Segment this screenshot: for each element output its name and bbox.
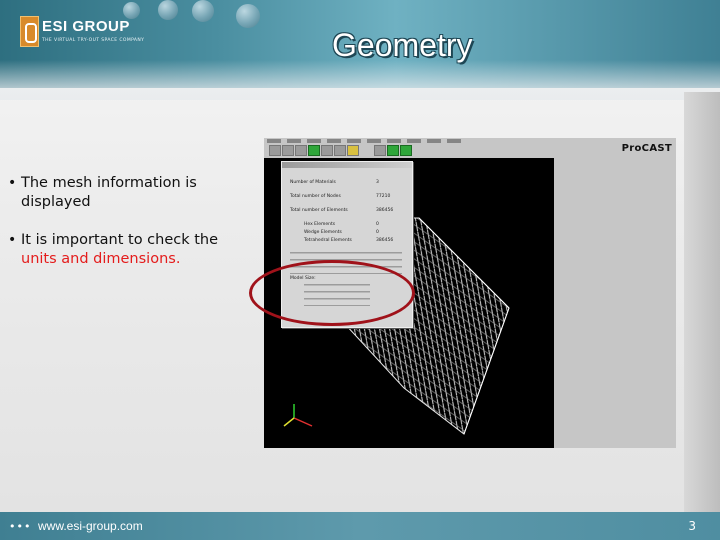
bullet-highlight: units and dimensions. xyxy=(21,251,181,267)
mesh-info-value: 386456 xyxy=(376,238,394,243)
app-name-label: ProCAST xyxy=(621,143,672,154)
bullet-list: The mesh information is displayed It is … xyxy=(8,174,238,288)
toolbar-button-icon xyxy=(295,145,307,156)
mesh-info-label: Wedge Elements xyxy=(304,230,342,235)
slide: ESI GROUP THE VIRTUAL TRY-OUT SPACE COMP… xyxy=(0,0,720,540)
decor-bubble xyxy=(123,2,140,19)
toolbar-button-icon xyxy=(308,145,320,156)
footer-dots-icon: ••• xyxy=(9,520,32,533)
decor-bubble xyxy=(158,0,178,20)
footer-url-link[interactable]: www.esi-group.com xyxy=(38,519,143,533)
bullet-item: It is important to check the units and d… xyxy=(8,231,238,269)
toolbar-button-icon xyxy=(334,145,346,156)
mesh-info-value: 0 xyxy=(376,222,379,227)
toolbar-button-icon xyxy=(282,145,294,156)
mesh-info-value: 77210 xyxy=(376,194,391,199)
axis-triad-icon xyxy=(283,404,313,427)
mesh-info-value: 3 xyxy=(376,180,379,185)
mesh-info-label: Total number of Elements xyxy=(290,208,348,213)
dialog-titlebar xyxy=(282,162,412,168)
bullet-text: The mesh information is displayed xyxy=(21,175,197,210)
toolbar-button-icon xyxy=(321,145,333,156)
app-toolbar: ProCAST xyxy=(264,138,676,158)
mesh-info-value: 386456 xyxy=(376,208,394,213)
logo-mark-icon xyxy=(20,16,39,47)
footer-band: ••• www.esi-group.com 3 xyxy=(0,512,720,540)
decor-bubble xyxy=(192,0,214,22)
right-wall-decor xyxy=(684,92,720,512)
bullet-item: The mesh information is displayed xyxy=(8,174,238,212)
header-fade xyxy=(0,60,720,100)
toolbar-button-icon xyxy=(347,145,359,156)
toolbar-button-icon xyxy=(387,145,399,156)
mesh-info-label: Tetrahedral Elements xyxy=(304,238,352,243)
page-number: 3 xyxy=(688,519,696,533)
bullet-text: It is important to check the xyxy=(21,232,219,248)
toolbar-button-icon xyxy=(269,145,281,156)
toolbar-button-icon xyxy=(374,145,386,156)
annotation-ellipse xyxy=(249,260,415,326)
slide-title: Geometry xyxy=(332,27,473,63)
mesh-info-label: Number of Materials xyxy=(290,180,336,185)
esi-group-logo: ESI GROUP THE VIRTUAL TRY-OUT SPACE COMP… xyxy=(20,16,144,52)
logo-name: ESI GROUP xyxy=(42,18,130,35)
mesh-info-value: 0 xyxy=(376,230,379,235)
decor-bubble xyxy=(236,4,260,28)
logo-tagline: THE VIRTUAL TRY-OUT SPACE COMPANY xyxy=(42,38,145,43)
toolbar-button-icon xyxy=(400,145,412,156)
menu-bar xyxy=(267,139,467,143)
right-panel xyxy=(554,158,676,448)
mesh-info-label: Total number of Nodes xyxy=(290,194,341,199)
mesh-info-label: Hex Elements xyxy=(304,222,336,227)
